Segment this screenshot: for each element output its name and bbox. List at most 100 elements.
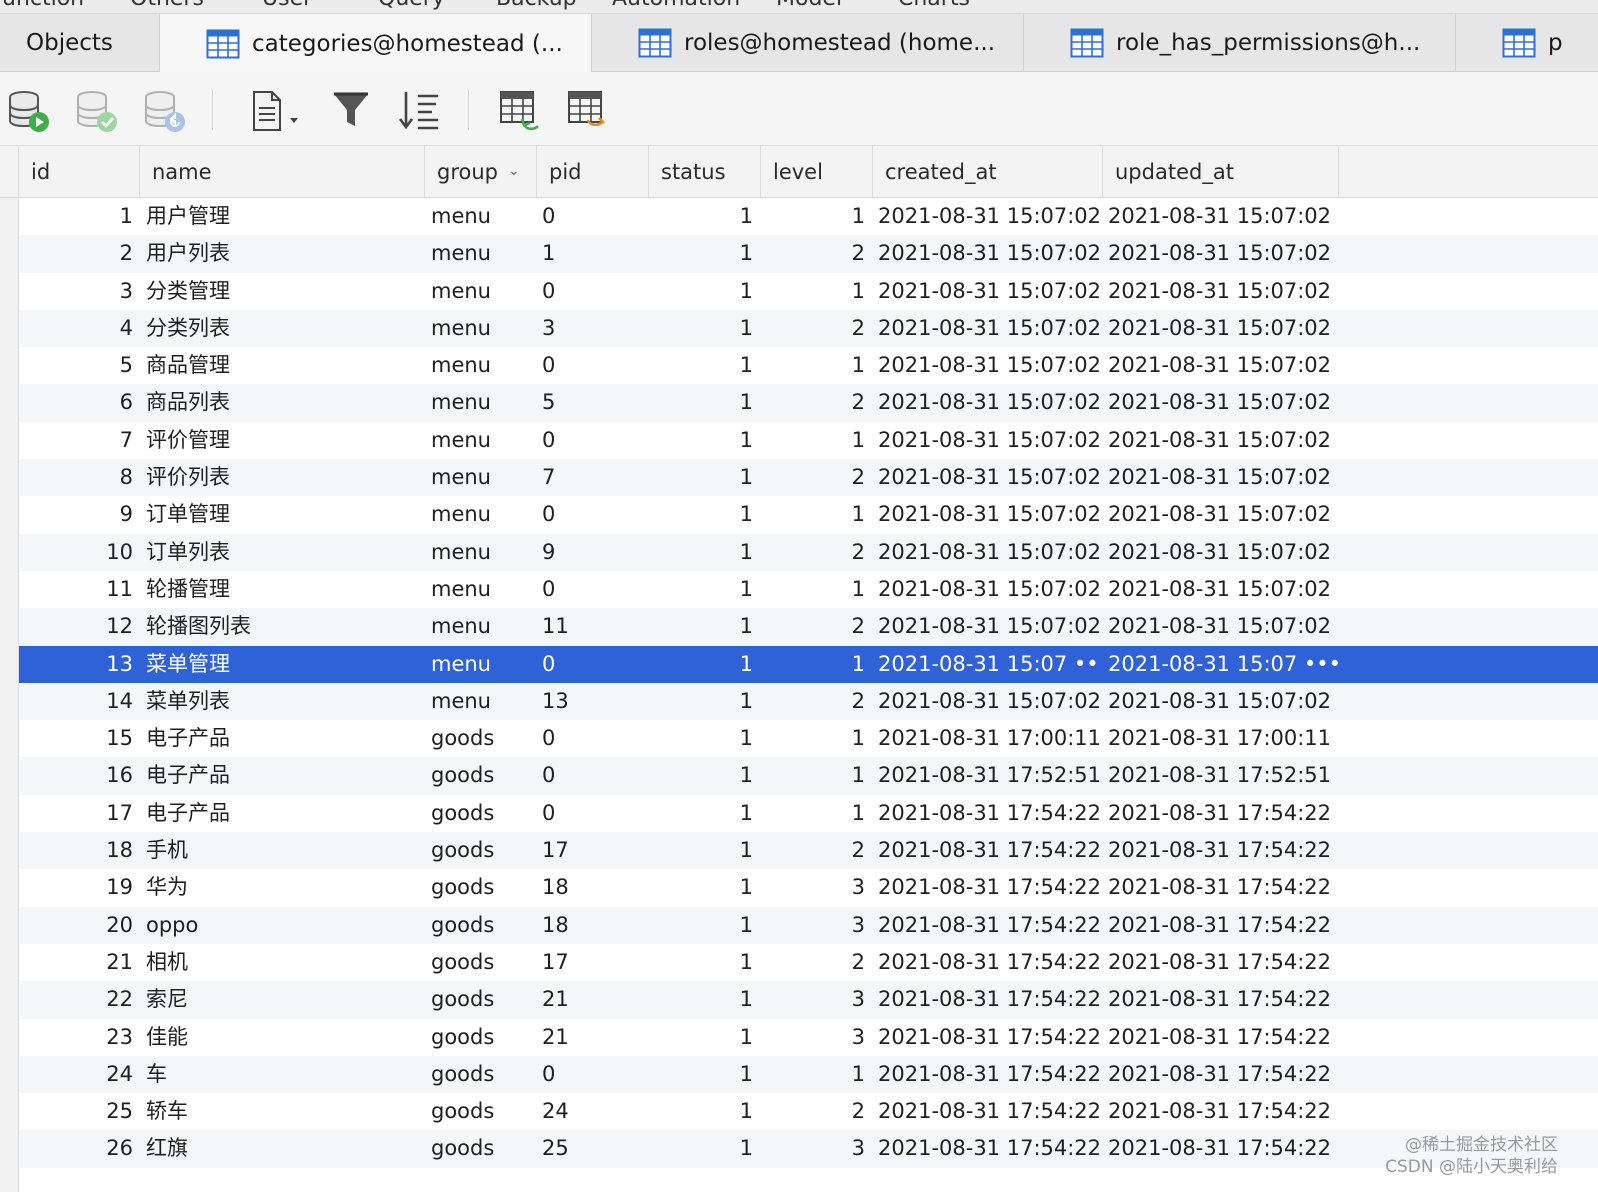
cell-status[interactable]: 1 [649,534,753,571]
cell-id[interactable]: 25 [19,1093,133,1130]
cell-created-at[interactable]: 2021-08-31 17:54:22 [878,795,1100,832]
cell-level[interactable]: 3 [761,1019,865,1056]
cell-pid[interactable]: 0 [542,571,642,608]
cell-group[interactable]: goods [431,1019,531,1056]
cell-group[interactable]: goods [431,1056,531,1093]
cell-id[interactable]: 3 [19,273,133,310]
cell-status[interactable]: 1 [649,571,753,608]
cell-id[interactable]: 10 [19,534,133,571]
cell-level[interactable]: 1 [761,422,865,459]
cell-group[interactable]: menu [431,422,531,459]
table-row[interactable]: 19 华为 goods 18 1 3 2021-08-31 17:54:22 2021-08-… [19,869,1598,906]
cell-pid[interactable]: 25 [542,1130,642,1167]
cell-name[interactable]: 菜单列表 [146,683,426,720]
cell-pid[interactable]: 21 [542,1019,642,1056]
cell-pid[interactable]: 13 [542,683,642,720]
cell-group[interactable]: menu [431,646,531,683]
tab-role-has-permissions[interactable]: role_has_permissions@h... [1024,14,1456,72]
cell-name[interactable]: 分类列表 [146,310,426,347]
cell-updated-at[interactable]: 2021-08-31 17:54:22 [1108,1130,1348,1167]
text-view-icon[interactable] [248,88,304,134]
cell-level[interactable]: 1 [761,720,865,757]
cell-level[interactable]: 2 [761,608,865,645]
cell-status[interactable]: 1 [649,496,753,533]
table-row[interactable]: 4 分类列表 menu 3 1 2 2021-08-31 15:07:02 2021-08-3… [19,309,1598,348]
cell-group[interactable]: menu [431,273,531,310]
cell-group[interactable]: menu [431,683,531,720]
cell-created-at[interactable]: 2021-08-31 17:00:11 [878,720,1100,757]
tab-categories[interactable]: categories@homestead (... [160,14,592,73]
cell-name[interactable]: 手机 [146,832,426,869]
cell-id[interactable]: 22 [19,981,133,1018]
cell-status[interactable]: 1 [649,869,753,906]
cell-id[interactable]: 8 [19,459,133,496]
cell-status[interactable]: 1 [649,459,753,496]
cell-pid[interactable]: 0 [542,646,642,683]
cell-created-at[interactable]: 2021-08-31 15:07:02 [878,347,1100,384]
table-row[interactable]: 5 商品管理 menu 0 1 1 2021-08-31 15:07:02 2021-08-3… [19,347,1598,384]
table-row[interactable]: 21 相机 goods 17 1 2 2021-08-31 17:54:22 2021-08-… [19,944,1598,981]
cell-level[interactable]: 3 [761,1130,865,1167]
cell-created-at[interactable]: 2021-08-31 17:54:22 [878,869,1100,906]
table-row[interactable]: 12 轮播图列表 menu 11 1 2 2021-08-31 15:07:02 2021-0… [19,608,1598,646]
cell-updated-at[interactable]: 2021-08-31 17:54:22 [1108,944,1348,981]
cell-level[interactable]: 2 [761,1093,865,1130]
cell-updated-at[interactable]: 2021-08-31 17:54:22 [1108,907,1348,944]
cell-id[interactable]: 17 [19,795,133,832]
cell-name[interactable]: 订单管理 [146,496,426,533]
cell-name[interactable]: 轮播图列表 [146,608,426,645]
table-row[interactable]: 2 用户列表 menu 1 1 2 2021-08-31 15:07:02 2021-08-3… [19,235,1598,273]
cell-status[interactable]: 1 [649,832,753,869]
cell-id[interactable]: 14 [19,683,133,720]
cell-group[interactable]: menu [431,235,531,272]
cell-created-at[interactable]: 2021-08-31 17:54:22 [878,1019,1100,1056]
column-header-updated-at[interactable]: updated_at [1102,146,1339,198]
column-header-created-at[interactable]: created_at [872,146,1102,198]
cell-id[interactable]: 20 [19,907,133,944]
cell-id[interactable]: 7 [19,422,133,459]
table-row[interactable]: 16 电子产品 goods 0 1 1 2021-08-31 17:52:51 2021-08… [19,757,1598,795]
cell-created-at[interactable]: 2021-08-31 15:07:02 [878,422,1100,459]
cell-level[interactable]: 1 [761,757,865,794]
cell-created-at[interactable]: 2021-08-31 15:07:02 [878,310,1100,347]
cell-pid[interactable]: 0 [542,1056,642,1093]
cell-group[interactable]: menu [431,608,531,645]
cell-level[interactable]: 1 [761,496,865,533]
table-row[interactable]: 25 轿车 goods 24 1 2 2021-08-31 17:54:22 2021-08-… [19,1093,1598,1130]
cell-level[interactable]: 1 [761,795,865,832]
cell-pid[interactable]: 1 [542,235,642,272]
cell-name[interactable]: 订单列表 [146,534,426,571]
cell-group[interactable]: goods [431,981,531,1018]
cell-status[interactable]: 1 [649,310,753,347]
export-icon[interactable] [566,88,612,134]
cell-status[interactable]: 1 [649,757,753,794]
cell-name[interactable]: 轮播管理 [146,571,426,608]
cell-status[interactable]: 1 [649,384,753,421]
cell-status[interactable]: 1 [649,1093,753,1130]
cell-status[interactable]: 1 [649,720,753,757]
cell-name[interactable]: 轿车 [146,1093,426,1130]
rollback-icon[interactable] [142,88,188,134]
cell-updated-at[interactable]: 2021-08-31 15:07:02 [1108,235,1348,272]
cell-updated-at[interactable]: 2021-08-31 17:54:22 [1108,1093,1348,1130]
cell-updated-at[interactable]: 2021-08-31 17:52:51 [1108,757,1348,794]
cell-id[interactable]: 13 [19,646,133,683]
table-row[interactable]: 20 oppo goods 18 1 3 2021-08-31 17:54:22 2021-0… [19,906,1598,944]
cell-name[interactable]: oppo [146,907,426,944]
cell-updated-at[interactable]: 2021-08-31 15:07:02 [1108,347,1348,384]
cell-status[interactable]: 1 [649,235,753,272]
tab-permissions[interactable]: p [1456,14,1598,72]
cell-status[interactable]: 1 [649,198,753,235]
menu-item[interactable]: User [262,0,312,11]
cell-pid[interactable]: 0 [542,422,642,459]
cell-pid[interactable]: 11 [542,608,642,645]
table-row[interactable]: 18 手机 goods 17 1 2 2021-08-31 17:54:22 2021-08-… [19,832,1598,870]
tab-roles[interactable]: roles@homestead (home... [592,14,1024,72]
cell-created-at[interactable]: 2021-08-31 17:54:22 [878,907,1100,944]
cell-level[interactable]: 2 [761,832,865,869]
cell-created-at[interactable]: 2021-08-31 15:07:02 [878,273,1100,310]
cell-updated-at[interactable]: 2021-08-31 17:54:22 [1108,1056,1348,1093]
table-row[interactable]: 8 评价列表 menu 7 1 2 2021-08-31 15:07:02 2021-08-3… [19,459,1598,497]
menu-item[interactable]: Backup [496,0,577,11]
cell-updated-at[interactable]: 2021-08-31 15:07 ••• [1108,646,1348,683]
